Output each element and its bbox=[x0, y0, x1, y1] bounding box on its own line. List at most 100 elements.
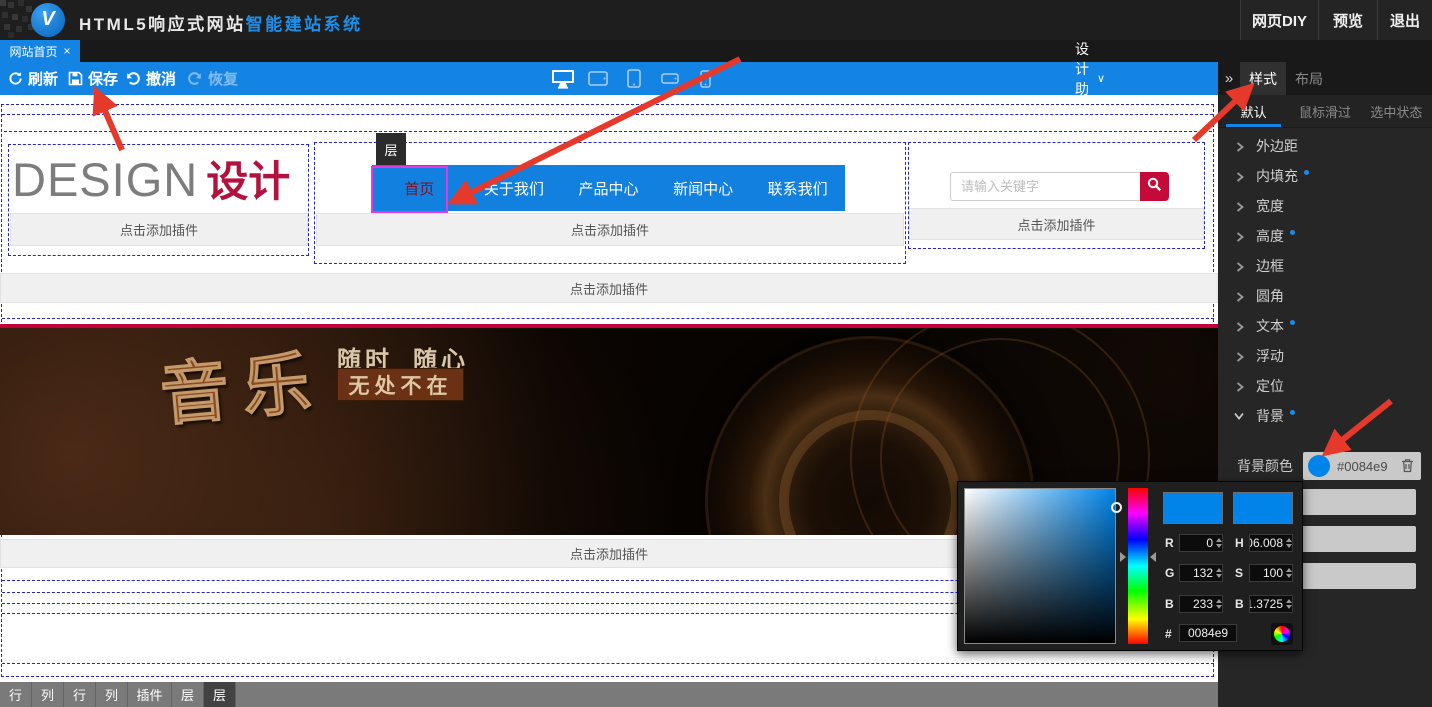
exit-button[interactable]: 退出 bbox=[1377, 0, 1432, 40]
section-position[interactable]: 定位 bbox=[1218, 371, 1432, 401]
tab-close-icon[interactable]: × bbox=[64, 45, 71, 57]
undo-label: 撤消 bbox=[146, 68, 176, 89]
device-desktop-icon[interactable] bbox=[551, 62, 575, 95]
section-background[interactable]: 背景 bbox=[1218, 401, 1432, 431]
title-bar: V HTML5响应式网站智能建站系统 网页DIY 预览 退出 bbox=[0, 0, 1432, 40]
banner-title-text: 音乐 bbox=[156, 328, 328, 439]
background-color-row: 背景颜色 #0084e9 bbox=[1218, 448, 1432, 484]
section-label: 内填充 bbox=[1256, 166, 1298, 186]
breadcrumb-layer-active[interactable]: 层 bbox=[204, 682, 236, 707]
add-plugin-search-slot[interactable]: 点击添加插件 bbox=[909, 208, 1204, 240]
section-label: 圆角 bbox=[1256, 286, 1284, 306]
s-stepper[interactable] bbox=[1285, 568, 1292, 578]
nav-item-home[interactable]: 首页 bbox=[372, 165, 467, 211]
section-padding[interactable]: 内填充 bbox=[1218, 161, 1432, 191]
background-color-chip[interactable]: #0084e9 bbox=[1303, 452, 1421, 480]
site-logo-en: DESIGN bbox=[12, 152, 198, 207]
h-stepper[interactable] bbox=[1285, 538, 1292, 548]
tab-style[interactable]: 样式 bbox=[1240, 62, 1286, 95]
search-input[interactable] bbox=[950, 172, 1141, 201]
r-stepper[interactable] bbox=[1215, 538, 1222, 548]
section-width[interactable]: 宽度 bbox=[1218, 191, 1432, 221]
new-color-swatch bbox=[1233, 492, 1293, 524]
add-plugin-row-slot[interactable]: 点击添加插件 bbox=[0, 273, 1218, 303]
state-tab-default[interactable]: 默认 bbox=[1218, 95, 1289, 127]
footer-row-dashed bbox=[2, 663, 1214, 664]
collapse-panel-icon[interactable]: » bbox=[1218, 62, 1240, 95]
device-phone-landscape-icon[interactable] bbox=[661, 62, 679, 95]
device-phone-portrait-icon[interactable] bbox=[700, 62, 711, 95]
app-logo-icon: V bbox=[31, 3, 65, 37]
nav-item-news[interactable]: 新闻中心 bbox=[656, 165, 751, 211]
breadcrumb-col[interactable]: 列 bbox=[96, 682, 128, 707]
tab-home-page[interactable]: 网站首页 × bbox=[0, 40, 80, 62]
nav-item-contact[interactable]: 联系我们 bbox=[750, 165, 845, 211]
save-button[interactable]: 保存 bbox=[68, 62, 118, 95]
undo-button[interactable]: 撤消 bbox=[125, 62, 176, 95]
section-border[interactable]: 边框 bbox=[1218, 251, 1432, 281]
section-radius[interactable]: 圆角 bbox=[1218, 281, 1432, 311]
section-height[interactable]: 高度 bbox=[1218, 221, 1432, 251]
chevron-down-icon bbox=[1236, 412, 1244, 420]
app-title-main: HTML5响应式网站 bbox=[79, 15, 246, 34]
redo-icon bbox=[187, 71, 203, 86]
color-wheel-icon bbox=[1274, 626, 1290, 642]
section-label: 高度 bbox=[1256, 226, 1284, 246]
chevron-right-icon bbox=[1236, 292, 1244, 300]
main-nav-bar: 首页 关于我们 产品中心 新闻中心 联系我们 bbox=[372, 165, 845, 211]
color-swatch-circle[interactable] bbox=[1308, 455, 1330, 477]
section-label: 边框 bbox=[1256, 256, 1284, 276]
breadcrumb-col[interactable]: 列 bbox=[32, 682, 64, 707]
section-label: 宽度 bbox=[1256, 196, 1284, 216]
section-text[interactable]: 文本 bbox=[1218, 311, 1432, 341]
nav-item-products[interactable]: 产品中心 bbox=[561, 165, 656, 211]
header-row-dashed bbox=[4, 131, 1212, 132]
add-plugin-logo-slot[interactable]: 点击添加插件 bbox=[10, 213, 308, 246]
app-title-accent: 智能建站系统 bbox=[246, 15, 363, 34]
breadcrumb-row[interactable]: 行 bbox=[64, 682, 96, 707]
webpage-diy-button[interactable]: 网页DIY bbox=[1240, 0, 1318, 40]
add-plugin-nav-slot[interactable]: 点击添加插件 bbox=[316, 213, 904, 246]
color-picker-popup: R 0 H 206.008 G 132 S 100 B 233 B 91.372… bbox=[957, 481, 1303, 651]
preview-button[interactable]: 预览 bbox=[1318, 0, 1377, 40]
modified-dot bbox=[1290, 410, 1295, 415]
breadcrumb-plugin[interactable]: 插件 bbox=[128, 682, 172, 707]
hex-label: # bbox=[1165, 627, 1172, 641]
hue-marker-right[interactable] bbox=[1150, 552, 1156, 562]
app-window: V HTML5响应式网站智能建站系统 网页DIY 预览 退出 网站首页 × 刷新… bbox=[0, 0, 1432, 707]
chevron-down-icon: ∨ bbox=[1097, 72, 1105, 85]
chevron-right-icon bbox=[1236, 142, 1244, 150]
modified-dot bbox=[1290, 230, 1295, 235]
search-button[interactable] bbox=[1140, 172, 1169, 201]
refresh-button[interactable]: 刷新 bbox=[8, 62, 58, 95]
style-sections: 外边距 内填充 宽度 高度 边框 圆角 bbox=[1218, 131, 1432, 431]
saturation-value-field[interactable] bbox=[964, 488, 1116, 644]
hex-input[interactable]: 0084e9 bbox=[1179, 624, 1237, 642]
sv-cursor[interactable] bbox=[1111, 502, 1122, 513]
trash-icon[interactable] bbox=[1401, 458, 1414, 478]
chevron-right-icon bbox=[1236, 322, 1244, 330]
section-float[interactable]: 浮动 bbox=[1218, 341, 1432, 371]
state-tab-hover[interactable]: 鼠标滑过 bbox=[1289, 95, 1360, 127]
g-stepper[interactable] bbox=[1215, 568, 1222, 578]
nav-item-about[interactable]: 关于我们 bbox=[467, 165, 562, 211]
chevron-right-icon bbox=[1236, 382, 1244, 390]
state-tab-selected[interactable]: 选中状态 bbox=[1361, 95, 1432, 127]
chevron-right-icon bbox=[1236, 262, 1244, 270]
section-label: 浮动 bbox=[1256, 346, 1284, 366]
breadcrumb-layer[interactable]: 层 bbox=[172, 682, 204, 707]
hue-slider[interactable] bbox=[1128, 488, 1148, 644]
device-tablet-landscape-icon[interactable] bbox=[588, 62, 608, 95]
b-stepper[interactable] bbox=[1215, 599, 1222, 609]
banner-slogan-box: 无处不在 bbox=[337, 368, 464, 401]
device-tablet-portrait-icon[interactable] bbox=[627, 62, 641, 95]
section-margin[interactable]: 外边距 bbox=[1218, 131, 1432, 161]
site-logo[interactable]: DESIGN 设计 bbox=[12, 148, 290, 209]
hue-marker-left[interactable] bbox=[1120, 552, 1126, 562]
redo-button[interactable]: 恢复 bbox=[187, 62, 238, 95]
color-wheel-button[interactable] bbox=[1271, 623, 1293, 645]
breadcrumb-row[interactable]: 行 bbox=[0, 682, 32, 707]
brightness-stepper[interactable] bbox=[1285, 599, 1292, 609]
brightness-label: B bbox=[1235, 597, 1244, 611]
tab-layout[interactable]: 布局 bbox=[1286, 62, 1332, 95]
